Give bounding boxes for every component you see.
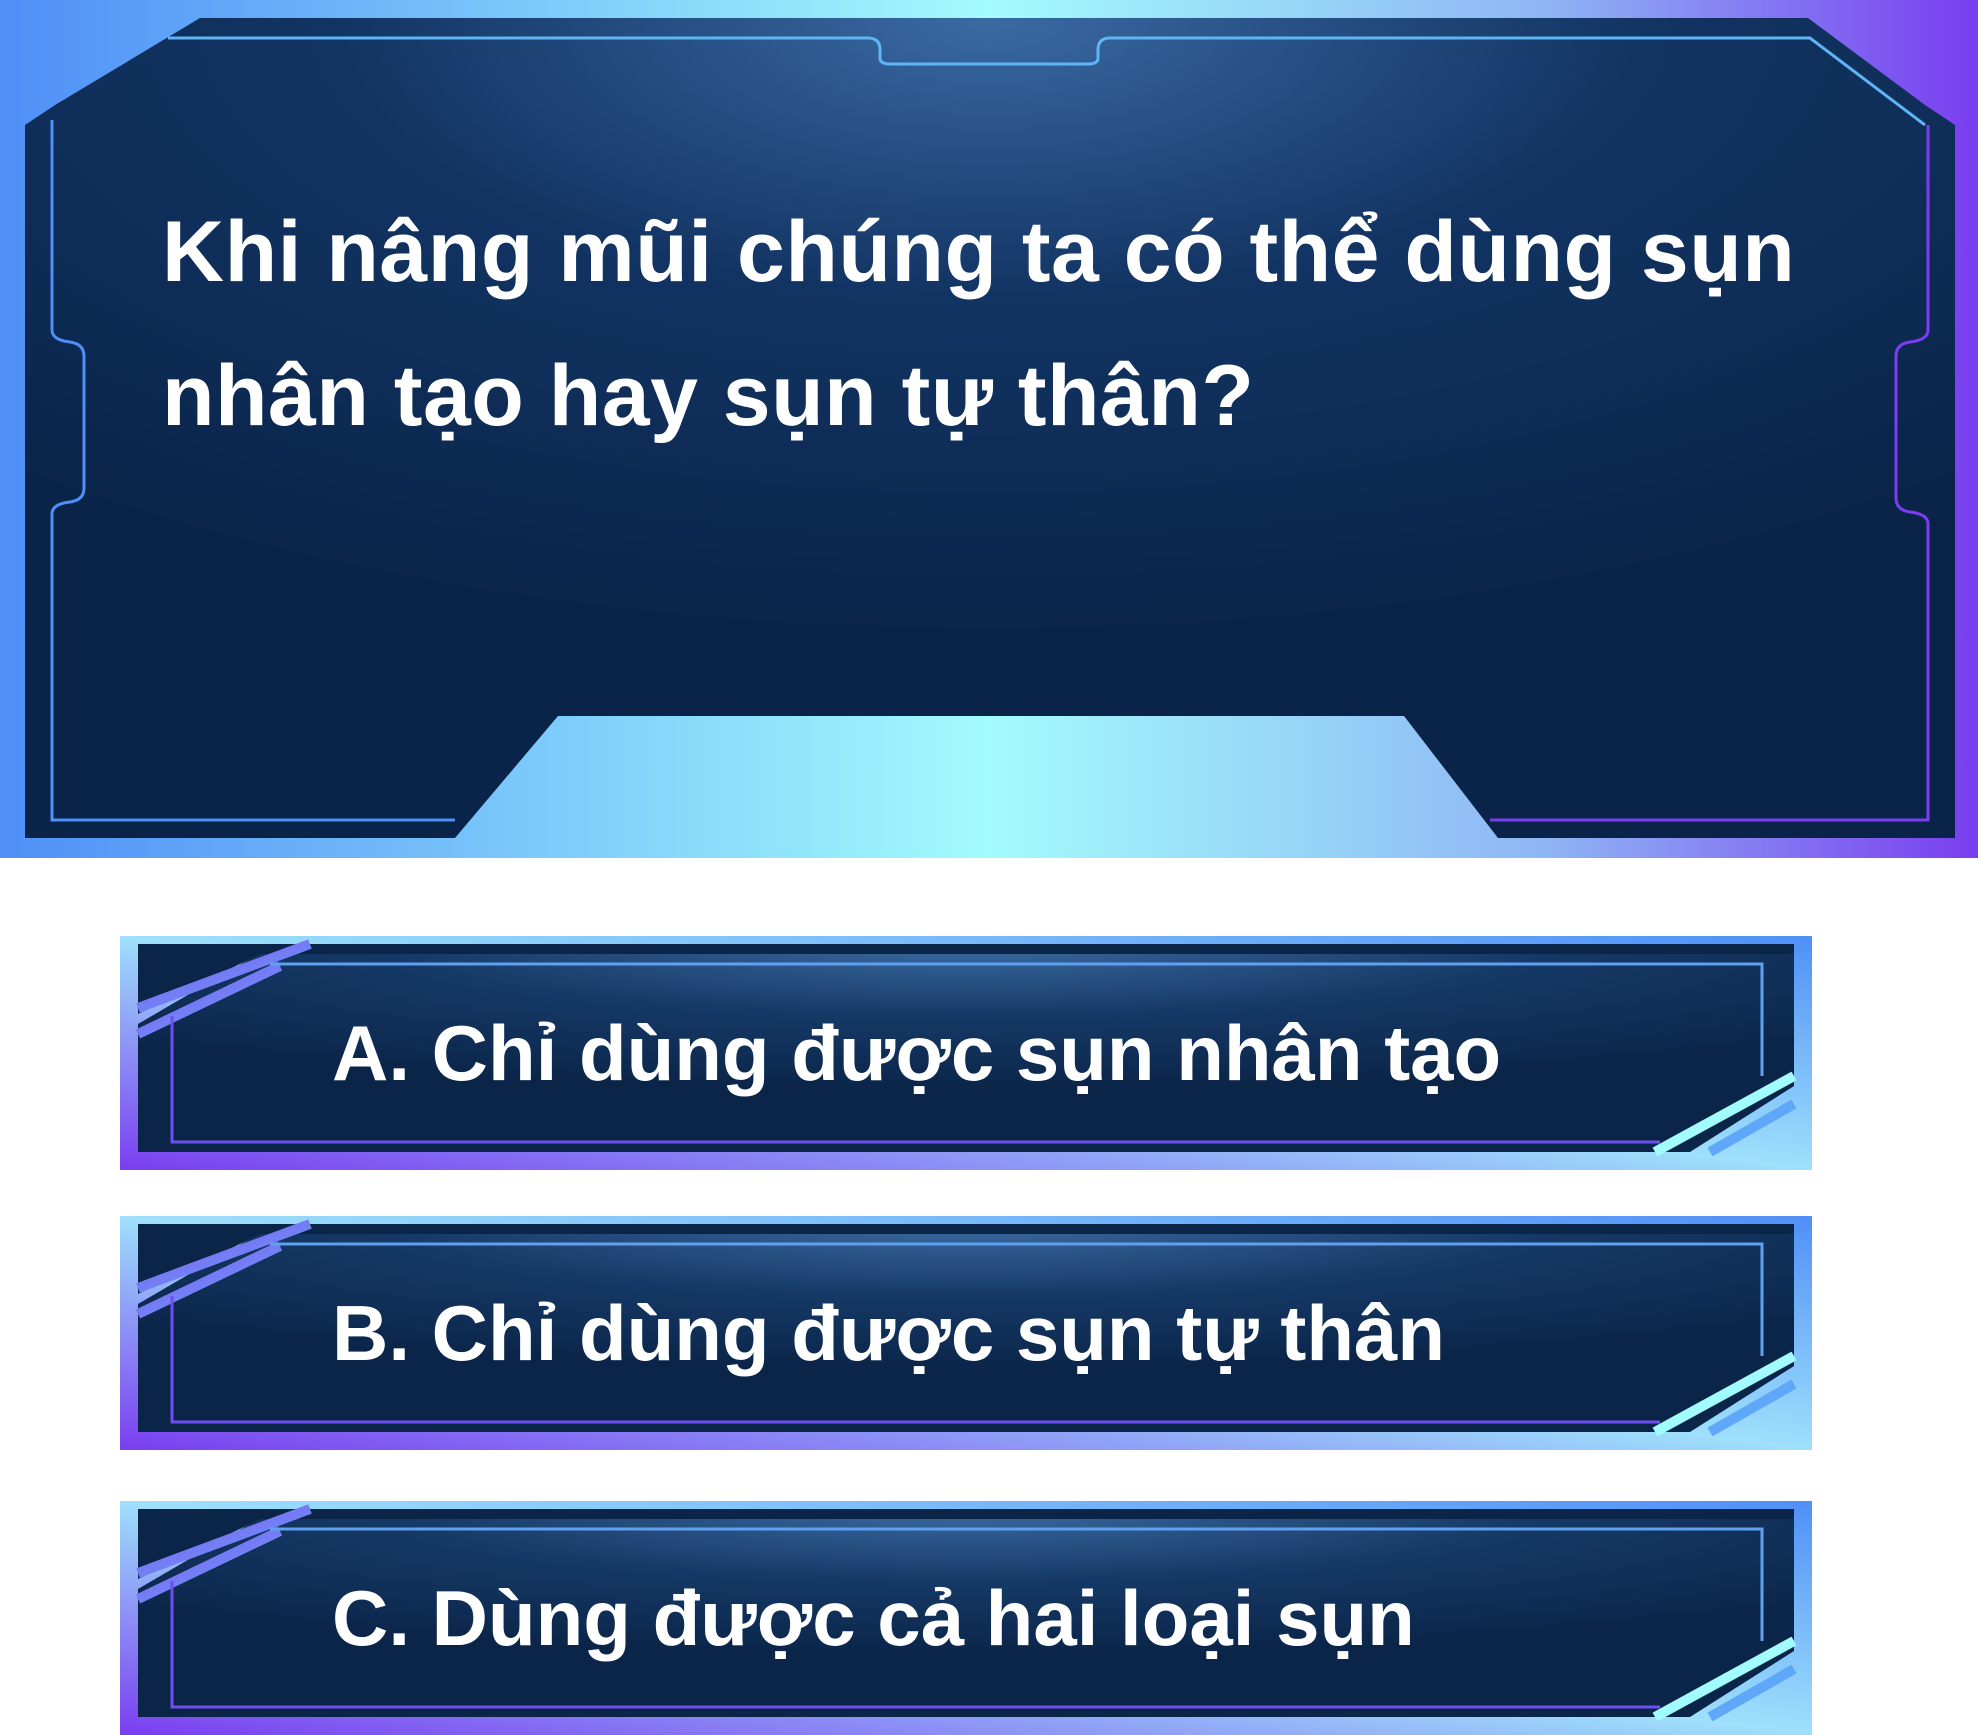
answer-label: C. Dùng được cả hai loại sụn [332,1574,1415,1662]
answer-option-c[interactable]: C. Dùng được cả hai loại sụn [120,1501,1812,1735]
answer-label: B. Chỉ dùng được sụn tự thân [332,1289,1445,1377]
question-text: Khi nâng mũi chúng ta có thể dùng sụn nh… [162,204,1796,444]
answer-label: A. Chỉ dùng được sụn nhân tạo [332,1009,1502,1097]
question-panel: Khi nâng mũi chúng ta có thể dùng sụn nh… [0,0,1978,858]
answer-option-b[interactable]: B. Chỉ dùng được sụn tự thân [120,1216,1812,1450]
answer-option-a[interactable]: A. Chỉ dùng được sụn nhân tạo [120,936,1812,1170]
